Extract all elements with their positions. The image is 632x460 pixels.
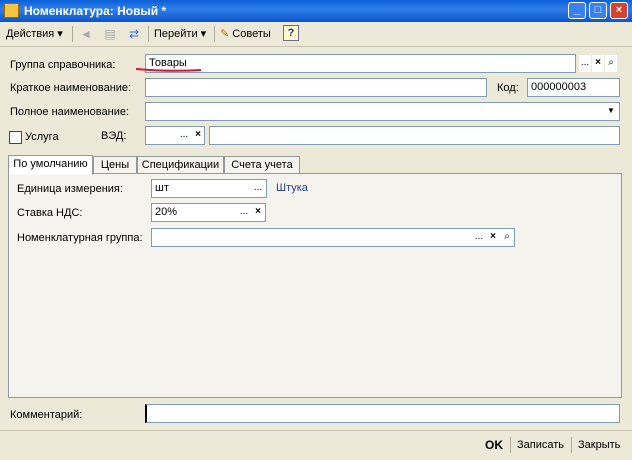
close-window-button[interactable]: × — [610, 2, 628, 19]
goto-label: Перейти — [154, 28, 198, 40]
ved-clear-button[interactable]: × — [192, 127, 204, 144]
toolbar-separator — [148, 26, 149, 42]
actions-label: Действия — [6, 28, 55, 40]
ved-label: ВЭД: — [101, 130, 127, 142]
tab-panel-defaults — [8, 173, 622, 398]
back-icon[interactable]: ◄ — [78, 26, 94, 42]
chevron-down-icon: ▾ — [57, 28, 63, 40]
button-separator — [510, 437, 511, 453]
window-title: Номенклатура: Новый * — [24, 4, 167, 18]
save-button[interactable]: Записать — [517, 436, 564, 454]
short-name-field[interactable] — [145, 78, 487, 97]
toolbar: Действия ▾ ◄ ▤ ⇄ Перейти ▾ ✎ Советы ? — [0, 22, 632, 47]
toolbar-separator — [214, 26, 215, 42]
group-field[interactable]: Товары — [145, 54, 576, 73]
app-icon — [4, 3, 19, 18]
short-name-label: Краткое наименование: — [10, 82, 132, 94]
tips-label: Советы — [232, 28, 271, 40]
maximize-button[interactable]: □ — [589, 2, 607, 19]
full-name-field[interactable] — [145, 102, 620, 121]
chevron-down-icon: ▾ — [200, 28, 207, 40]
button-separator — [571, 437, 572, 453]
group-clear-button[interactable]: × — [592, 55, 604, 72]
help-button[interactable]: ? — [283, 25, 299, 41]
unit-field[interactable]: шт — [151, 179, 267, 198]
vat-label: Ставка НДС: — [17, 207, 83, 219]
nom-group-field[interactable] — [151, 228, 515, 247]
actions-menu[interactable]: Действия ▾ — [6, 25, 63, 43]
ok-button[interactable]: OK — [485, 436, 503, 454]
search-icon[interactable]: ⌕ — [501, 229, 513, 246]
nom-group-label: Номенклатурная группа: — [17, 232, 143, 244]
tab-specifications[interactable]: Спецификации — [137, 156, 224, 174]
search-icon[interactable]: ⌕ — [605, 55, 617, 72]
structure-icon[interactable]: ▤ — [102, 26, 118, 42]
comment-field[interactable] — [145, 404, 620, 423]
tab-accounts[interactable]: Счета учета — [224, 156, 300, 174]
tab-prices[interactable]: Цены — [93, 156, 137, 174]
bottom-divider — [0, 430, 632, 431]
unit-select-button[interactable]: ... — [252, 180, 264, 197]
red-underline-annotation — [135, 68, 202, 72]
comment-label: Комментарий: — [10, 409, 83, 421]
vat-clear-button[interactable]: × — [252, 204, 264, 221]
service-checkbox[interactable] — [9, 131, 22, 144]
refresh-icon[interactable]: ⇄ — [126, 26, 142, 42]
service-label: Услуга — [25, 131, 59, 143]
tab-defaults[interactable]: По умолчанию — [8, 155, 93, 175]
ved-description-field — [209, 126, 620, 145]
chevron-down-icon[interactable]: ▼ — [605, 103, 617, 120]
toolbar-separator — [72, 26, 73, 42]
ved-select-button[interactable]: ... — [178, 127, 190, 144]
code-label: Код: — [497, 82, 519, 94]
group-label: Группа справочника: — [10, 59, 116, 71]
nomenclature-window: Номенклатура: Новый * _ □ × Действия ▾ ◄… — [0, 0, 632, 460]
tips-icon: ✎ — [220, 28, 230, 40]
vat-select-button[interactable]: ... — [238, 204, 250, 221]
goto-menu[interactable]: Перейти ▾ — [154, 25, 206, 43]
unit-full-name: Штука — [276, 182, 308, 194]
nom-group-select-button[interactable]: ... — [473, 229, 485, 246]
unit-label: Единица измерения: — [17, 183, 123, 195]
title-bar[interactable]: Номенклатура: Новый * _ □ × — [0, 0, 632, 22]
tips-button[interactable]: ✎ Советы — [220, 25, 271, 43]
close-button[interactable]: Закрыть — [578, 436, 620, 454]
nom-group-clear-button[interactable]: × — [487, 229, 499, 246]
group-select-button[interactable]: ... — [579, 55, 591, 72]
full-name-label: Полное наименование: — [10, 106, 130, 118]
minimize-button[interactable]: _ — [568, 2, 586, 19]
code-field[interactable]: 000000003 — [527, 78, 620, 97]
